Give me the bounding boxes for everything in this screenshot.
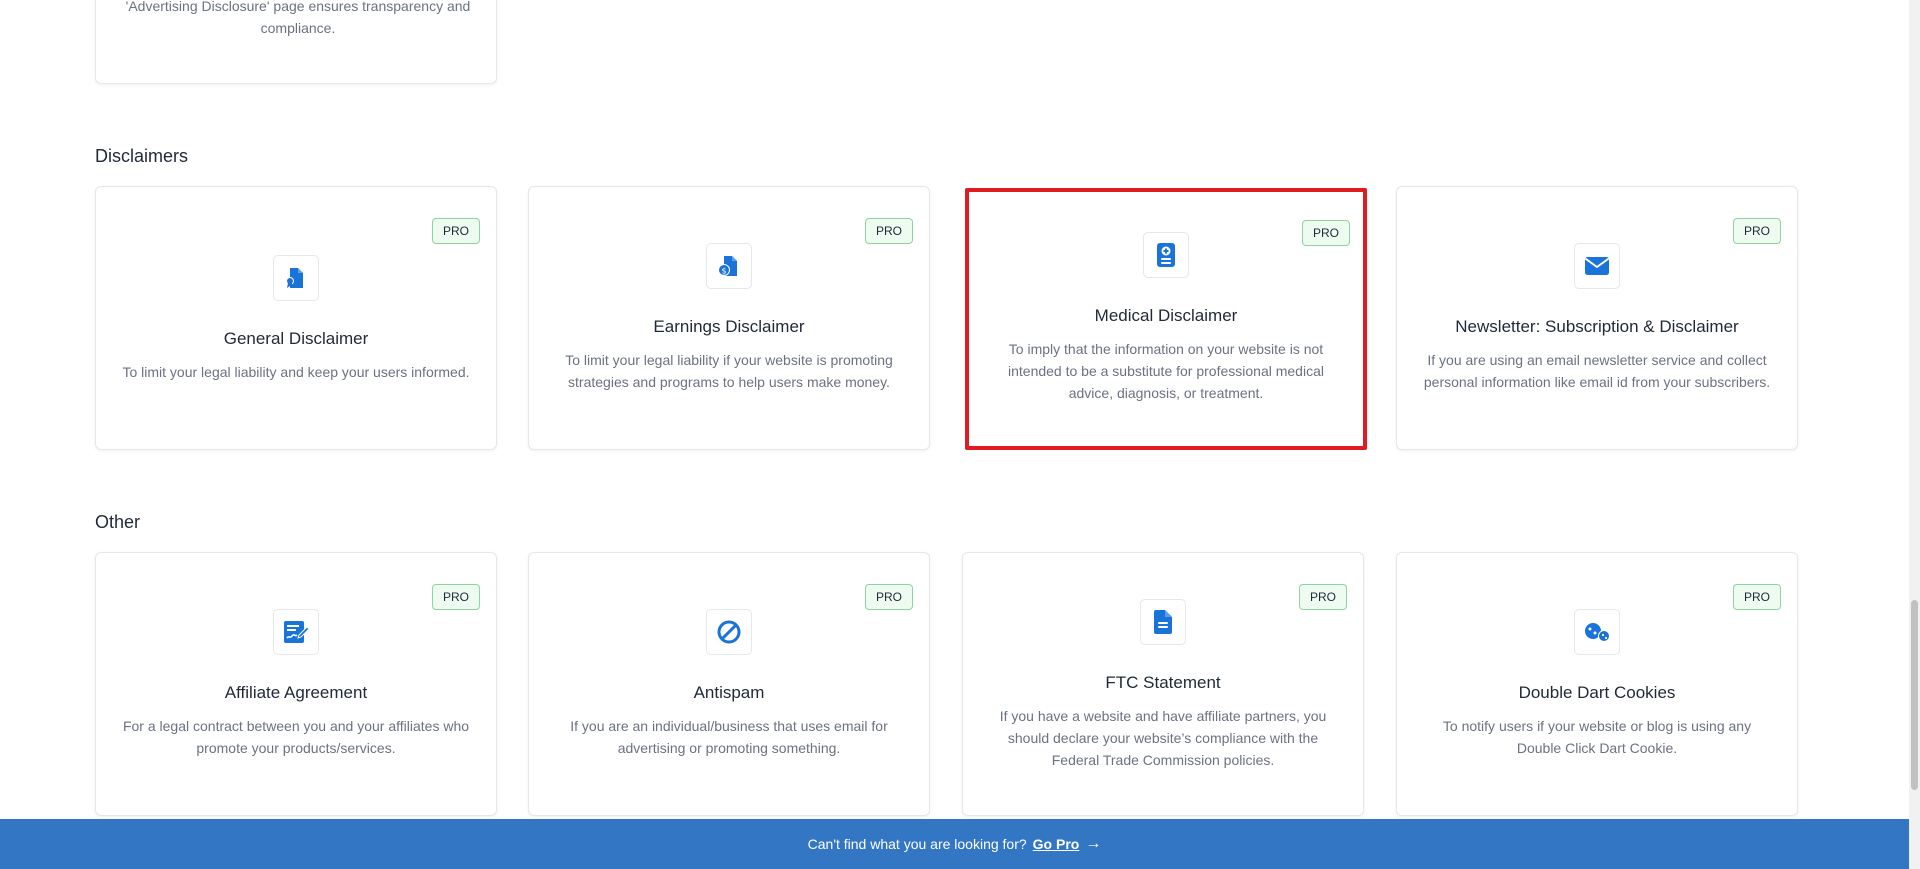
card-title: Affiliate Agreement	[224, 683, 368, 702]
card-description: To limit your legal liability and keep y…	[122, 364, 470, 380]
banner-text: Can't find what you are looking for?	[807, 836, 1027, 852]
card-description: To notify users if your website or blog …	[1442, 718, 1752, 756]
pro-badge: PRO	[1732, 218, 1781, 244]
partial-desc-line-1: 'Advertising Disclosure' page ensures tr…	[125, 0, 471, 14]
scrollbar-thumb[interactable]	[1911, 600, 1918, 790]
card-title: Antispam	[693, 683, 765, 702]
card-affiliate-agreement[interactable]: PRO Affiliate Agreement For a legal cont…	[95, 552, 497, 816]
document-ribbon-icon	[273, 255, 319, 301]
advertising-disclosure-desc: 'Advertising Disclosure' page ensures tr…	[97, 0, 499, 39]
pro-badge: PRO	[431, 218, 480, 244]
card-general-disclaimer[interactable]: PRO General Disclaimer To limit your leg…	[95, 186, 497, 450]
contract-sign-icon	[273, 609, 319, 655]
medical-document-icon	[1143, 232, 1189, 278]
document-lines-icon	[1140, 599, 1186, 645]
ban-icon	[706, 609, 752, 655]
vertical-scrollbar[interactable]	[1909, 0, 1920, 869]
card-title: Earnings Disclaimer	[653, 317, 805, 336]
card-earnings-disclaimer[interactable]: PRO $ Earnings Disclaimer To limit your …	[528, 186, 930, 450]
card-ftc-statement[interactable]: PRO FTC Statement If you have a website …	[962, 552, 1364, 816]
svg-text:$: $	[721, 267, 726, 276]
card-title: FTC Statement	[1105, 673, 1221, 692]
card-description: If you have a website and have affiliate…	[999, 708, 1327, 768]
card-title: Double Dart Cookies	[1518, 683, 1676, 702]
card-description: If you are an individual/business that u…	[570, 718, 888, 756]
pro-badge: PRO	[1298, 584, 1347, 610]
card-double-dart-cookies[interactable]: PRO Double Dart Cookies To notify users …	[1396, 552, 1798, 816]
arrow-right-icon: →	[1085, 835, 1102, 852]
card-description: To limit your legal liability if your we…	[565, 352, 893, 390]
section-title-disclaimers: Disclaimers	[95, 146, 189, 166]
pro-badge: PRO	[1301, 220, 1350, 246]
envelope-icon	[1574, 243, 1620, 289]
card-description: For a legal contract between you and you…	[122, 718, 470, 756]
card-description: If you are using an email newsletter ser…	[1423, 352, 1771, 390]
section-title-other: Other	[95, 512, 141, 532]
card-description: To imply that the information on your we…	[1008, 341, 1324, 401]
card-medical-disclaimer[interactable]: PRO Medical Disclaimer To imply that the…	[965, 188, 1367, 450]
card-title: Newsletter: Subscription & Disclaimer	[1455, 317, 1739, 336]
page: 'Advertising Disclosure' page ensures tr…	[0, 0, 1909, 869]
cookies-icon	[1574, 609, 1620, 655]
partial-desc-line-2: compliance.	[260, 20, 336, 36]
pro-badge: PRO	[1732, 584, 1781, 610]
pro-badge: PRO	[431, 584, 480, 610]
card-title: General Disclaimer	[223, 329, 369, 348]
card-title: Medical Disclaimer	[1094, 306, 1238, 325]
go-pro-link[interactable]: Go Pro	[1033, 836, 1080, 852]
pro-badge: PRO	[864, 218, 913, 244]
go-pro-banner: Can't find what you are looking for? Go …	[0, 819, 1909, 869]
document-dollar-icon: $	[706, 243, 752, 289]
card-newsletter[interactable]: PRO Newsletter: Subscription & Disclaime…	[1396, 186, 1798, 450]
pro-badge: PRO	[864, 584, 913, 610]
card-antispam[interactable]: PRO Antispam If you are an individual/bu…	[528, 552, 930, 816]
